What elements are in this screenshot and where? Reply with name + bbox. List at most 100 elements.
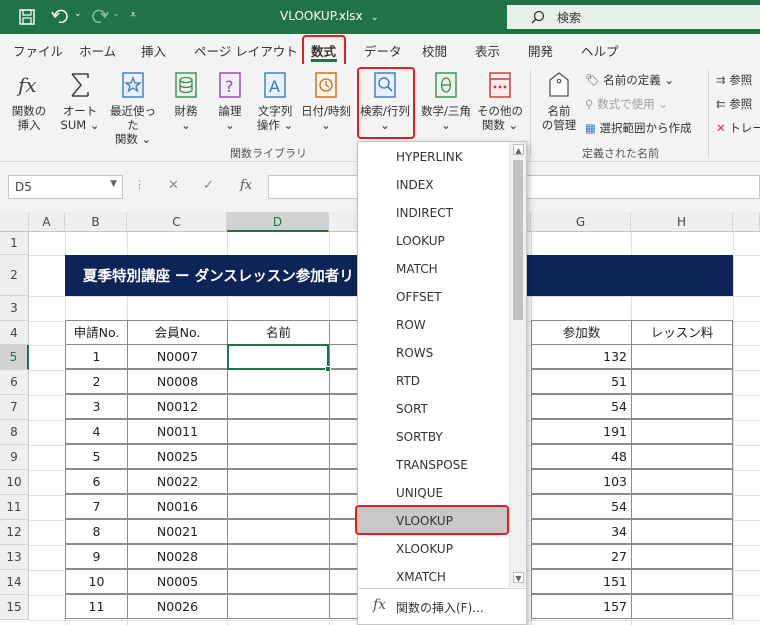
recently-used-button[interactable]: 最近使った 関数 ⌄	[106, 70, 160, 146]
tab-data[interactable]: データ	[364, 41, 402, 60]
row-header-11[interactable]: 11	[0, 495, 29, 520]
name-box[interactable]: D5 ▼	[8, 175, 123, 199]
header-cell-lesson-fee[interactable]: レッスン料	[631, 320, 733, 345]
dropdown-item-unique[interactable]: UNIQUE	[358, 478, 508, 506]
table-cell-b[interactable]: 6	[65, 469, 128, 494]
insert-function-menu-item[interactable]: fx 関数の挿入(F)...	[358, 591, 526, 621]
table-cell-h[interactable]	[631, 519, 733, 544]
table-cell-c[interactable]: N0005	[127, 569, 228, 594]
row-header-2[interactable]: 2	[0, 255, 29, 296]
table-cell-h[interactable]	[631, 569, 733, 594]
undo-dropdown-icon[interactable]: ⌄	[74, 9, 82, 27]
table-cell-h[interactable]	[631, 594, 733, 619]
table-cell-d[interactable]	[227, 494, 330, 519]
table-cell-b[interactable]: 2	[65, 369, 128, 394]
dropdown-item-offset[interactable]: OFFSET	[358, 282, 508, 310]
column-header-next[interactable]	[733, 212, 760, 232]
dropdown-item-indirect[interactable]: INDIRECT	[358, 198, 508, 226]
dropdown-item-hyperlink[interactable]: HYPERLINK	[358, 142, 508, 170]
text-functions-button[interactable]: A 文字列 操作 ⌄	[252, 70, 298, 132]
more-functions-button[interactable]: その他の 関数 ⌄	[476, 70, 524, 132]
column-header-a[interactable]: A	[29, 212, 65, 232]
trace-dependents-button[interactable]: ⇇ 参照	[716, 96, 752, 112]
tab-home[interactable]: ホーム	[79, 41, 116, 60]
dropdown-item-sortby[interactable]: SORTBY	[358, 422, 508, 450]
table-cell-d[interactable]	[227, 444, 330, 469]
table-cell-c[interactable]: N0011	[127, 419, 228, 444]
table-cell-d[interactable]	[227, 369, 330, 394]
table-cell-c[interactable]: N0022	[127, 469, 228, 494]
table-cell-h[interactable]	[631, 394, 733, 419]
header-cell-application-no[interactable]: 申請No.	[65, 320, 128, 345]
enter-icon[interactable]: ✓	[203, 178, 214, 193]
table-cell-d[interactable]	[227, 569, 330, 594]
table-cell-b[interactable]: 4	[65, 419, 128, 444]
create-from-selection-button[interactable]: ▦ 選択範囲から作成	[585, 120, 692, 136]
name-manager-button[interactable]: 名前 の管理	[537, 70, 581, 132]
table-cell-g[interactable]: 132	[531, 344, 632, 369]
table-cell-d[interactable]	[227, 594, 330, 619]
tab-file[interactable]: ファイル	[13, 41, 63, 60]
dropdown-item-row[interactable]: ROW	[358, 310, 508, 338]
table-cell-b[interactable]: 9	[65, 544, 128, 569]
remove-arrows-button[interactable]: ✕ トレー	[716, 120, 760, 136]
table-cell-b[interactable]: 5	[65, 444, 128, 469]
column-header-g[interactable]: G	[531, 212, 631, 232]
table-cell-g[interactable]: 48	[531, 444, 632, 469]
column-header-d[interactable]: D	[227, 212, 329, 232]
table-cell-c[interactable]: N0021	[127, 519, 228, 544]
define-name-button[interactable]: 🏷 名前の定義 ⌄	[585, 72, 674, 88]
table-cell-h[interactable]	[631, 544, 733, 569]
table-cell-h[interactable]	[631, 469, 733, 494]
row-header-5[interactable]: 5	[0, 345, 29, 370]
table-cell-c[interactable]: N0025	[127, 444, 228, 469]
row-header-12[interactable]: 12	[0, 520, 29, 545]
select-all-corner[interactable]	[0, 212, 29, 232]
logical-button[interactable]: ? 論理 ⌄	[210, 70, 250, 132]
customize-toolbar-icon[interactable]: ⩡	[130, 8, 136, 26]
cancel-icon[interactable]: ✕	[168, 178, 179, 193]
table-cell-g[interactable]: 191	[531, 419, 632, 444]
table-cell-c[interactable]: N0028	[127, 544, 228, 569]
table-cell-c[interactable]: N0012	[127, 394, 228, 419]
dropdown-item-transpose[interactable]: TRANSPOSE	[358, 450, 508, 478]
dropdown-item-sort[interactable]: SORT	[358, 394, 508, 422]
row-header-4[interactable]: 4	[0, 321, 29, 345]
dropdown-scrollbar[interactable]: ▲ ▼	[509, 142, 526, 587]
save-icon[interactable]	[18, 8, 36, 26]
table-cell-c[interactable]: N0007	[127, 344, 228, 369]
table-cell-h[interactable]	[631, 494, 733, 519]
table-cell-g[interactable]: 34	[531, 519, 632, 544]
use-in-formula-button[interactable]: ⚲ 数式で使用 ⌄	[585, 96, 668, 112]
table-cell-g[interactable]: 103	[531, 469, 632, 494]
table-cell-g[interactable]: 54	[531, 494, 632, 519]
math-trig-button[interactable]: 数学/三角 ⌄	[418, 70, 474, 132]
table-cell-d[interactable]	[227, 469, 330, 494]
table-cell-g[interactable]: 51	[531, 369, 632, 394]
table-cell-d[interactable]	[227, 394, 330, 419]
active-cell-d5[interactable]	[227, 344, 331, 372]
financial-button[interactable]: 財務 ⌄	[163, 70, 209, 132]
datetime-button[interactable]: 日付/時刻 ⌄	[298, 70, 354, 132]
row-header-14[interactable]: 14	[0, 570, 29, 595]
dropdown-item-xlookup[interactable]: XLOOKUP	[358, 534, 508, 562]
table-cell-b[interactable]: 3	[65, 394, 128, 419]
insert-function-button[interactable]: fx 関数の 挿入	[6, 70, 52, 132]
scroll-down-icon[interactable]: ▼	[513, 572, 524, 583]
row-header-10[interactable]: 10	[0, 470, 29, 495]
search-box[interactable]: 検索	[507, 5, 760, 29]
insert-function-icon[interactable]: fx	[240, 178, 252, 193]
row-header-9[interactable]: 9	[0, 445, 29, 470]
column-header-c[interactable]: C	[127, 212, 227, 232]
row-header-6[interactable]: 6	[0, 370, 29, 395]
tab-insert[interactable]: 挿入	[141, 41, 166, 60]
table-cell-b[interactable]: 7	[65, 494, 128, 519]
table-cell-d[interactable]	[227, 419, 330, 444]
row-header-7[interactable]: 7	[0, 395, 29, 420]
table-cell-h[interactable]	[631, 344, 733, 369]
header-cell-participants[interactable]: 参加数	[531, 320, 632, 345]
table-cell-h[interactable]	[631, 419, 733, 444]
scroll-up-icon[interactable]: ▲	[513, 144, 524, 155]
undo-icon[interactable]	[50, 8, 72, 26]
row-header-3[interactable]: 3	[0, 296, 29, 321]
